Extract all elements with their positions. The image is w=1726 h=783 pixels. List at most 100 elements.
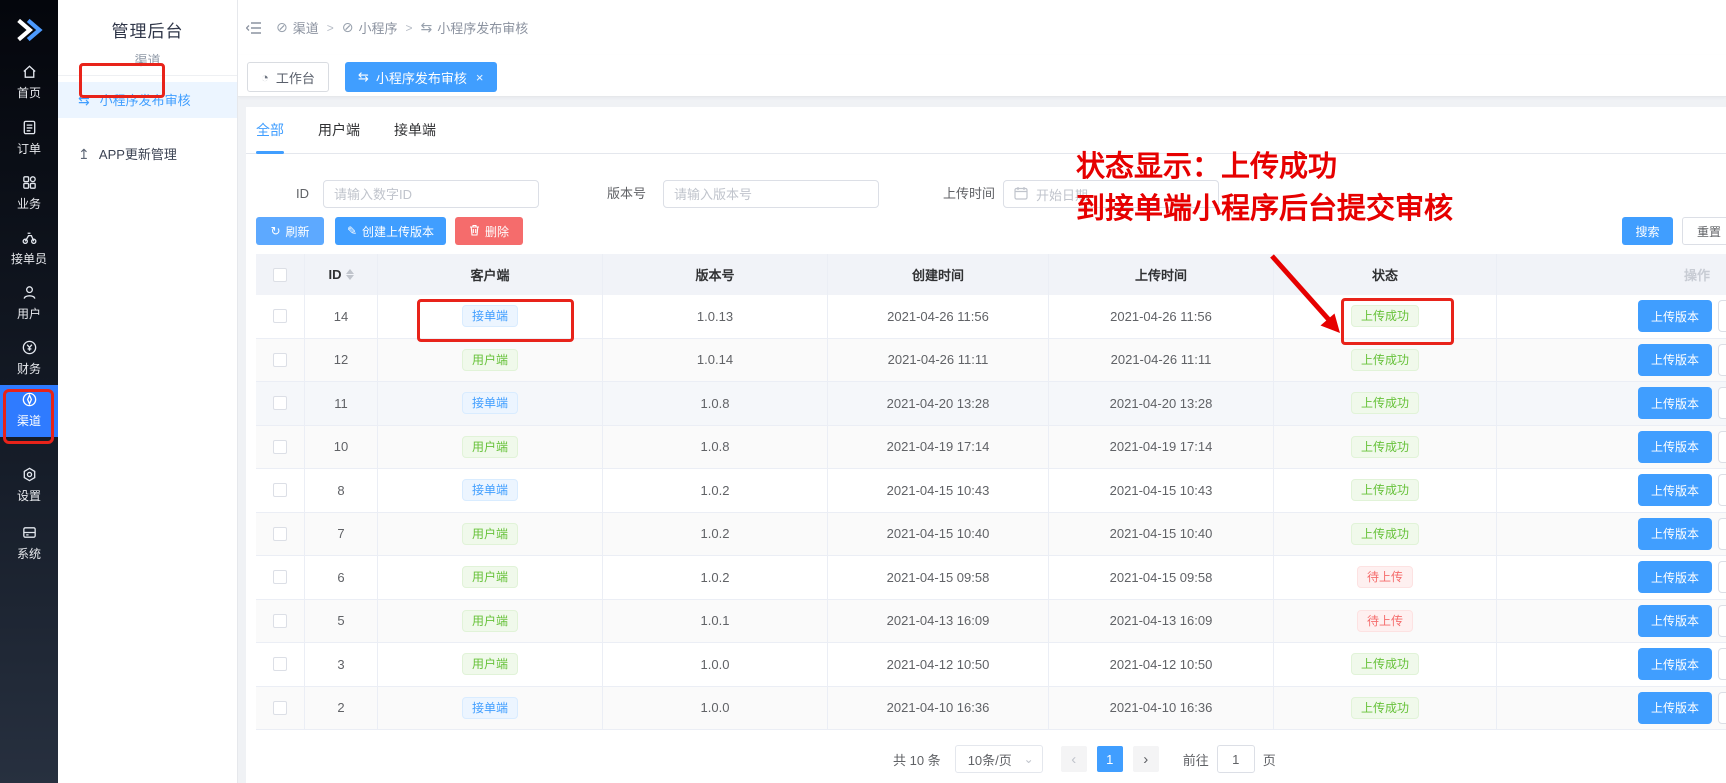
row-checkbox[interactable] — [273, 657, 287, 672]
sidebar-item-business[interactable]: 业务 — [0, 171, 58, 212]
clipped-action-button[interactable] — [1718, 387, 1726, 420]
primary-sidebar: 首页 订单 业务 接单员 用户 财务 渠道 设置 系统 — [0, 0, 58, 783]
id-filter-input[interactable] — [323, 180, 539, 208]
system-icon — [0, 524, 58, 542]
upload-time-date-picker[interactable]: 开始日期 — [1003, 180, 1219, 208]
col-header-status: 状态 — [1274, 254, 1497, 295]
status-badge: 上传成功 — [1350, 305, 1419, 328]
tab-receiver-client[interactable]: 接单端 — [394, 107, 436, 153]
row-checkbox[interactable] — [273, 526, 287, 541]
breadcrumb-item-channel[interactable]: ⊘ 渠道 — [276, 18, 319, 37]
upload-version-button[interactable]: 上传版本 — [1638, 517, 1712, 550]
clipped-action-button[interactable] — [1718, 561, 1726, 594]
upload-version-button[interactable]: 上传版本 — [1638, 300, 1712, 333]
delete-button[interactable]: 删除 — [455, 217, 523, 245]
page-size-select[interactable]: 10条/页 ⌄ — [954, 745, 1043, 773]
settings-icon — [0, 466, 58, 484]
col-header-created: 创建时间 — [828, 254, 1049, 295]
row-checkbox[interactable] — [273, 613, 287, 628]
tag-miniprogram-review[interactable]: ⇆ 小程序发布审核 × — [345, 62, 497, 92]
finance-icon — [0, 339, 58, 357]
table-row[interactable]: 12 用户端 1.0.14 2021-04-26 11:11 2021-04-2… — [256, 338, 1726, 382]
upload-time-filter-label: 上传时间 — [943, 186, 996, 201]
content-card: 全部 用户端 接单端 ID 版本号 上传时间 开始日期 ↻ 刷新 — [246, 107, 1726, 783]
users-icon — [0, 284, 58, 302]
upload-version-button[interactable]: 上传版本 — [1638, 387, 1712, 420]
clipped-action-button[interactable] — [1718, 430, 1726, 463]
sidebar-item-system[interactable]: 系统 — [0, 521, 58, 562]
date-placeholder: 开始日期 — [1036, 187, 1089, 203]
submenu-item-label: 小程序发布审核 — [99, 93, 191, 108]
upload-version-button[interactable]: 上传版本 — [1638, 648, 1712, 681]
submenu-item-miniprogram-review[interactable]: ⇆ 小程序发布审核 — [58, 82, 237, 118]
col-header-uploaded: 上传时间 — [1049, 254, 1274, 295]
row-checkbox[interactable] — [273, 570, 287, 585]
goto-page-input[interactable] — [1216, 745, 1255, 773]
reset-button[interactable]: 重置 — [1682, 217, 1726, 245]
table-row[interactable]: 11 接单端 1.0.8 2021-04-20 13:28 2021-04-20… — [256, 382, 1726, 426]
sidebar-item-orders[interactable]: 订单 — [0, 116, 58, 157]
upload-version-button[interactable]: 上传版本 — [1638, 604, 1712, 637]
business-icon — [0, 174, 58, 192]
clipped-action-button[interactable] — [1718, 691, 1726, 724]
table-row[interactable]: 5 用户端 1.0.1 2021-04-13 16:09 2021-04-13 … — [256, 599, 1726, 643]
breadcrumb-item-review[interactable]: ⇆ 小程序发布审核 — [421, 18, 529, 37]
table-row[interactable]: 2 接单端 1.0.0 2021-04-10 16:36 2021-04-10 … — [256, 686, 1726, 730]
create-upload-version-button[interactable]: ✎ 创建上传版本 — [335, 217, 446, 245]
sidebar-item-couriers[interactable]: 接单员 — [0, 226, 58, 267]
table-row[interactable]: 14 接单端 1.0.13 2021-04-26 11:56 2021-04-2… — [256, 295, 1726, 339]
col-header-id[interactable]: ID — [305, 254, 378, 295]
clipped-action-button[interactable] — [1718, 517, 1726, 550]
submenu-item-label: APP更新管理 — [98, 147, 177, 162]
version-filter-input[interactable] — [663, 180, 879, 208]
sort-icon[interactable] — [345, 269, 354, 280]
table-row[interactable]: 8 接单端 1.0.2 2021-04-15 10:43 2021-04-15 … — [256, 469, 1726, 513]
page-unit-label: 页 — [1262, 752, 1276, 768]
row-checkbox[interactable] — [273, 700, 287, 715]
upload-version-button[interactable]: 上传版本 — [1638, 561, 1712, 594]
breadcrumb-separator: > — [326, 20, 334, 35]
row-checkbox[interactable] — [273, 483, 287, 498]
tab-all[interactable]: 全部 — [256, 107, 284, 154]
status-badge: 上传成功 — [1350, 392, 1419, 415]
sidebar-item-home[interactable]: 首页 — [0, 60, 58, 101]
submenu-item-app-update[interactable]: ↥ APP更新管理 — [58, 136, 237, 172]
client-tabs: 全部 用户端 接单端 — [246, 107, 1726, 154]
main-area: ⊘ 渠道 > ⊘ 小程序 > ⇆ 小程序发布审核 ◔ 工作台 ⇆ 小程序发布审核 — [238, 0, 1726, 783]
row-checkbox[interactable] — [273, 396, 287, 411]
breadcrumb-item-miniprogram[interactable]: ⊘ 小程序 — [342, 18, 398, 37]
clipped-action-button[interactable] — [1718, 648, 1726, 681]
status-badge: 上传成功 — [1350, 696, 1419, 719]
goto-label: 前往 — [1182, 752, 1209, 768]
refresh-button[interactable]: ↻ 刷新 — [256, 217, 324, 245]
search-button[interactable]: 搜索 — [1622, 217, 1673, 245]
prev-page-button[interactable]: ‹ — [1060, 746, 1087, 772]
upload-version-button[interactable]: 上传版本 — [1638, 474, 1712, 507]
upload-version-button[interactable]: 上传版本 — [1638, 430, 1712, 463]
clipped-action-button[interactable] — [1718, 300, 1726, 333]
tab-user-client[interactable]: 用户端 — [318, 107, 360, 153]
tag-workbench[interactable]: ◔ 工作台 — [247, 62, 329, 92]
row-checkbox[interactable] — [273, 439, 287, 454]
next-page-button[interactable]: › — [1132, 746, 1159, 772]
clipped-action-button[interactable] — [1718, 343, 1726, 376]
clipped-action-button[interactable] — [1718, 474, 1726, 507]
table-row[interactable]: 7 用户端 1.0.2 2021-04-15 10:40 2021-04-15 … — [256, 512, 1726, 556]
compass-icon: ⊘ — [341, 19, 354, 35]
sidebar-item-settings[interactable]: 设置 — [0, 463, 58, 504]
sidebar-item-finance[interactable]: 财务 — [0, 336, 58, 377]
table-row[interactable]: 10 用户端 1.0.8 2021-04-19 17:14 2021-04-19… — [256, 425, 1726, 469]
clipped-action-button[interactable] — [1718, 604, 1726, 637]
row-checkbox[interactable] — [273, 309, 287, 324]
select-all-checkbox[interactable] — [273, 267, 287, 282]
upload-version-button[interactable]: 上传版本 — [1638, 691, 1712, 724]
table-row[interactable]: 6 用户端 1.0.2 2021-04-15 09:58 2021-04-15 … — [256, 556, 1726, 600]
row-checkbox[interactable] — [273, 352, 287, 367]
sidebar-item-channel[interactable]: 渠道 — [0, 385, 58, 437]
collapse-menu-icon[interactable] — [246, 21, 262, 35]
page-number-1[interactable]: 1 — [1096, 746, 1123, 772]
table-row[interactable]: 3 用户端 1.0.0 2021-04-12 10:50 2021-04-12 … — [256, 643, 1726, 687]
close-icon[interactable]: × — [476, 70, 484, 85]
upload-version-button[interactable]: 上传版本 — [1638, 343, 1712, 376]
sidebar-item-users[interactable]: 用户 — [0, 281, 58, 322]
